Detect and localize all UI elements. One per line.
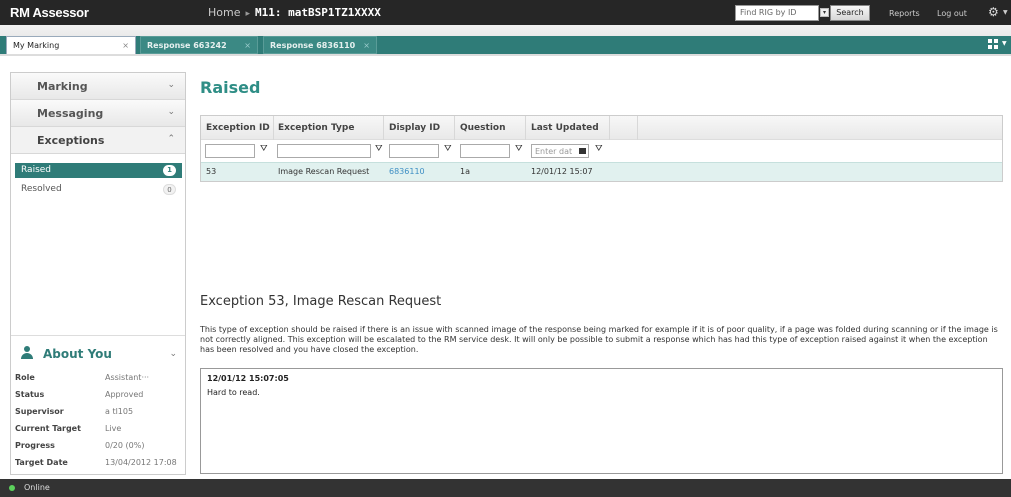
tab-my-marking[interactable]: My Marking ×: [6, 36, 136, 54]
column-header-exception-id[interactable]: Exception ID: [206, 123, 270, 133]
table-row[interactable]: 53 Image Rescan Request 6836110 1a 12/01…: [201, 162, 1002, 181]
filter-icon[interactable]: ⛛: [595, 144, 603, 154]
sidebar-item-resolved[interactable]: Resolved 0: [15, 182, 182, 197]
calendar-icon[interactable]: [579, 148, 586, 154]
profile-row: Progress 0/20 (0%): [11, 438, 185, 455]
chevron-down-icon[interactable]: ▼: [1003, 9, 1008, 16]
chevron-down-icon: ⌄: [167, 80, 175, 90]
profile-key: Role: [15, 373, 35, 382]
tab-label: Response 6836110: [270, 41, 356, 50]
breadcrumb-home[interactable]: Home: [208, 6, 240, 19]
app-logo: RM Assessor: [10, 5, 89, 20]
profile-row: Role Assistant···: [11, 370, 185, 387]
search-button[interactable]: Search: [830, 5, 870, 21]
sidebar-section-messaging[interactable]: Messaging ⌄: [11, 100, 185, 127]
tab-response-6836110[interactable]: Response 6836110 ×: [263, 36, 377, 54]
sidebar: Marking ⌄ Messaging ⌄ Exceptions ⌃ Raise…: [10, 72, 186, 475]
display-id-link[interactable]: 6836110: [389, 167, 425, 176]
tab-bar: My Marking × Response 663242 × Response …: [0, 25, 1011, 56]
status-bar: Online: [0, 479, 1011, 497]
tab-response-663242[interactable]: Response 663242 ×: [140, 36, 258, 54]
exception-detail-title: Exception 53, Image Rescan Request: [200, 294, 442, 309]
profile-row: Target Date 13/04/2012 17:08: [11, 455, 185, 472]
chevron-down-icon: ⌄: [167, 107, 175, 117]
sidebar-section-marking[interactable]: Marking ⌄: [11, 73, 185, 100]
filter-input-exception-type[interactable]: [277, 144, 371, 158]
count-badge: 0: [163, 184, 176, 195]
sidebar-item-label: Raised: [21, 165, 52, 175]
sidebar-item-raised[interactable]: Raised 1: [15, 163, 182, 178]
profile-value: 13/04/2012 17:08: [105, 458, 177, 467]
about-you-header[interactable]: About You ⌄: [11, 335, 185, 370]
filter-icon[interactable]: ⛛: [375, 144, 383, 154]
filter-icon[interactable]: ⛛: [260, 144, 268, 154]
gear-icon[interactable]: ⚙: [988, 5, 999, 19]
profile-key: Progress: [15, 441, 55, 450]
grid-header: Exception ID Exception Type Display ID Q…: [201, 116, 1002, 140]
logout-link[interactable]: Log out: [937, 9, 967, 18]
column-header-display-id[interactable]: Display ID: [389, 123, 440, 133]
close-icon[interactable]: ×: [363, 37, 370, 55]
section-label: Messaging: [37, 107, 104, 120]
filter-icon[interactable]: ⛛: [515, 144, 523, 154]
reports-link[interactable]: Reports: [889, 9, 920, 18]
tab-label: My Marking: [13, 41, 60, 50]
filter-input-question[interactable]: [460, 144, 510, 158]
exceptions-grid: Exception ID Exception Type Display ID Q…: [200, 115, 1003, 182]
top-bar: RM Assessor Home ▸ M11: matBSP1TZ1XXXX Fin…: [0, 0, 1011, 25]
breadcrumb-current: M11: matBSP1TZ1XXXX: [255, 6, 381, 19]
sidebar-item-label: Resolved: [21, 184, 62, 194]
find-rig-input[interactable]: Find RIG by ID: [735, 5, 819, 21]
count-badge: 1: [163, 165, 176, 176]
section-label: Marking: [37, 80, 88, 93]
breadcrumb: Home ▸ M11: matBSP1TZ1XXXX: [208, 6, 381, 19]
profile-row: Current Target Live: [11, 421, 185, 438]
cell-exception-id: 53: [206, 167, 217, 176]
dropdown-icon[interactable]: ▾: [820, 8, 829, 17]
grid-menu-icon[interactable]: [988, 39, 998, 49]
profile-details: Role Assistant··· Status Approved Supervis…: [11, 370, 185, 472]
column-header-last-updated[interactable]: Last Updated: [531, 123, 599, 133]
profile-key: Current Target: [15, 424, 81, 433]
cell-last-updated: 12/01/12 15:07: [531, 167, 593, 176]
profile-row: Status Approved: [11, 387, 185, 404]
column-header-exception-type[interactable]: Exception Type: [278, 123, 354, 133]
note-text: Hard to read.: [207, 388, 260, 397]
about-you-label: About You: [43, 347, 112, 361]
chevron-down-icon[interactable]: ▼: [1002, 40, 1007, 47]
filter-icon[interactable]: ⛛: [444, 144, 452, 154]
cell-question: 1a: [460, 167, 470, 176]
close-icon[interactable]: ×: [122, 37, 129, 55]
profile-key: Status: [15, 390, 45, 399]
close-icon[interactable]: ×: [244, 37, 251, 55]
breadcrumb-separator-icon: ▸: [245, 9, 251, 19]
filter-row: ⛛ ⛛ ⛛ ⛛ Enter dat ⛛: [201, 140, 1002, 162]
chevron-down-icon: ⌄: [169, 349, 177, 359]
column-header-question[interactable]: Question: [460, 123, 506, 133]
page-title: Raised: [200, 78, 261, 97]
tab-label: Response 663242: [147, 41, 227, 50]
exception-description: This type of exception should be raised …: [200, 325, 998, 354]
status-label: Online: [24, 483, 50, 492]
profile-value: 0/20 (0%): [105, 441, 145, 450]
person-icon: [21, 346, 33, 359]
profile-key: Target Date: [15, 458, 68, 467]
profile-value: Assistant···: [105, 373, 150, 382]
sidebar-section-exceptions[interactable]: Exceptions ⌃: [11, 127, 185, 154]
note-timestamp: 12/01/12 15:07:05: [207, 374, 289, 383]
exception-note-box[interactable]: 12/01/12 15:07:05 Hard to read.: [200, 368, 1003, 474]
cell-exception-type: Image Rescan Request: [278, 167, 370, 176]
filter-input-display-id[interactable]: [389, 144, 439, 158]
profile-key: Supervisor: [15, 407, 64, 416]
section-label: Exceptions: [37, 134, 105, 147]
profile-value: a tl105: [105, 407, 134, 416]
chevron-up-icon: ⌃: [167, 134, 175, 144]
online-status-icon: [9, 485, 15, 491]
profile-row: Supervisor a tl105: [11, 404, 185, 421]
profile-value: Live: [105, 424, 122, 433]
profile-value: Approved: [105, 390, 144, 399]
filter-input-exception-id[interactable]: [205, 144, 255, 158]
